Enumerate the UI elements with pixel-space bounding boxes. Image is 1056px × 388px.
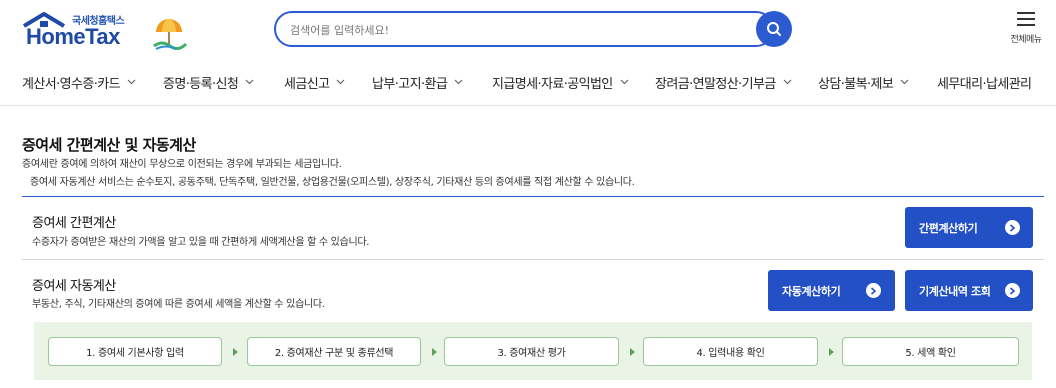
- nav-item-label: 납부·고지·환급: [372, 76, 448, 92]
- nav-item-statements[interactable]: 지급명세·자료·공익법인: [492, 69, 629, 95]
- all-menu-button[interactable]: 전체메뉴: [1004, 12, 1048, 46]
- main-navigation: 계산서·영수증·카드 증명·등록·신청 세금신고 납부·고지·환급 지급명세·자…: [0, 62, 1056, 106]
- all-menu-label: 전체메뉴: [1010, 35, 1042, 45]
- nav-item-label: 장려금·연말정산·기부금: [655, 76, 776, 92]
- nav-item-label: 지급명세·자료·공익법인: [492, 76, 613, 92]
- nav-item-label: 상담·불복·제보: [818, 76, 894, 92]
- page-title: 증여세 간편계산 및 자동계산: [22, 136, 196, 154]
- auto-calc-description: 부동산, 주식, 기타재산의 증여에 따른 증여세 세액을 계산할 수 있습니다…: [32, 299, 325, 310]
- step-arrow-icon: [233, 348, 238, 356]
- logo-title: HomeTax: [26, 24, 120, 49]
- process-steps: 1. 증여세 기본사항 입력 2. 증여재산 구분 및 종류선택 3. 증여재산…: [34, 322, 1032, 380]
- chevron-down-icon: [454, 79, 463, 85]
- page-description: 증여세란 증여에 의하여 재산이 무상으로 이전되는 경우에 부과되는 세금입니…: [22, 159, 342, 170]
- nav-item-label: 세무대리·납세관리: [937, 76, 1032, 92]
- arrow-right-circle-icon: [1005, 220, 1020, 235]
- simple-calc-button[interactable]: 간편계산하기: [905, 207, 1033, 248]
- hometax-logo[interactable]: 국세청홈택스 HomeTax: [22, 12, 188, 50]
- step-item: 3. 증여재산 평가: [444, 337, 619, 366]
- chevron-down-icon: [337, 79, 345, 85]
- nav-item-label: 계산서·영수증·카드: [22, 76, 121, 92]
- umbrella-icon: [153, 19, 188, 50]
- chevron-down-icon: [620, 79, 629, 85]
- nav-item-label: 세금신고: [284, 76, 330, 92]
- arrow-right-circle-icon: [1005, 283, 1020, 298]
- nav-item-consult[interactable]: 상담·불복·제보: [818, 69, 909, 95]
- step-item: 2. 증여재산 구분 및 종류선택: [247, 337, 421, 366]
- header: 국세청홈택스 HomeTax 전체메뉴: [0, 0, 1056, 62]
- chevron-down-icon: [127, 79, 136, 85]
- nav-item-tax-agent[interactable]: 세무대리·납세관리: [937, 69, 1032, 95]
- search-button[interactable]: [756, 11, 792, 47]
- chevron-down-icon: [245, 79, 254, 85]
- nav-item-tax-report[interactable]: 세금신고: [284, 69, 345, 95]
- calc-history-button[interactable]: 기계산내역 조회: [905, 270, 1033, 311]
- simple-calc-description: 수증자가 증여받은 재산의 가액을 알고 있을 때 간편하게 세액계산을 할 수…: [32, 237, 370, 248]
- chevron-down-icon: [783, 79, 792, 85]
- auto-calc-title: 증여세 자동계산: [32, 279, 116, 294]
- hamburger-icon: [1017, 12, 1035, 26]
- nav-item-payment[interactable]: 납부·고지·환급: [372, 69, 463, 95]
- step-arrow-icon: [829, 348, 834, 356]
- step-item: 5. 세액 확인: [842, 337, 1019, 366]
- search-input[interactable]: [290, 20, 750, 40]
- arrow-right-circle-icon: [866, 283, 881, 298]
- simple-calc-title: 증여세 간편계산: [32, 216, 116, 231]
- divider: [22, 259, 1044, 260]
- search-box[interactable]: [274, 11, 774, 47]
- nav-item-invoice[interactable]: 계산서·영수증·카드: [22, 69, 136, 95]
- step-arrow-icon: [432, 348, 437, 356]
- search-icon: [767, 22, 781, 36]
- nav-item-certificate[interactable]: 증명·등록·신청: [163, 69, 254, 95]
- nav-item-year-end[interactable]: 장려금·연말정산·기부금: [655, 69, 792, 95]
- chevron-down-icon: [900, 79, 909, 85]
- step-item: 1. 증여세 기본사항 입력: [48, 337, 222, 366]
- step-item: 4. 입력내용 확인: [643, 337, 818, 366]
- divider: [22, 196, 1044, 197]
- auto-calc-button[interactable]: 자동계산하기: [768, 270, 895, 311]
- nav-item-label: 증명·등록·신청: [163, 76, 239, 92]
- search-bar: [274, 11, 792, 48]
- page-description-detail: 증여세 자동계산 서비스는 순수토지, 공동주택, 단독주택, 일반건물, 상업…: [30, 177, 635, 188]
- step-arrow-icon: [630, 348, 635, 356]
